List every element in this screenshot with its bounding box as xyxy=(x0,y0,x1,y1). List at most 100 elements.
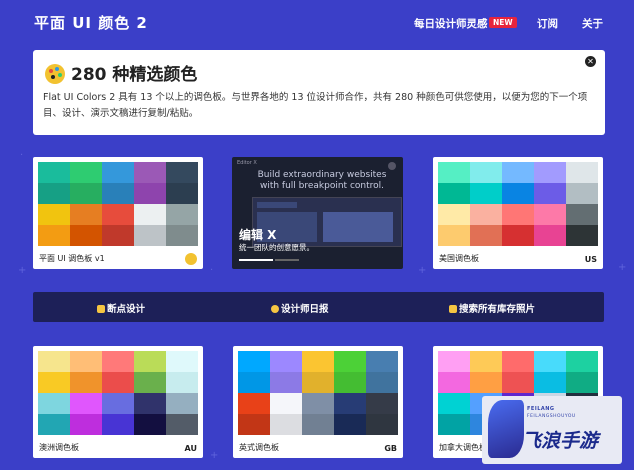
color-swatch[interactable] xyxy=(166,204,198,225)
color-swatch[interactable] xyxy=(102,225,134,246)
palette-card-us[interactable]: 美国调色板 US xyxy=(433,157,603,269)
color-swatch[interactable] xyxy=(134,372,166,393)
color-swatch[interactable] xyxy=(366,351,398,372)
color-swatch[interactable] xyxy=(366,393,398,414)
color-swatch[interactable] xyxy=(470,162,502,183)
color-swatch[interactable] xyxy=(134,183,166,204)
color-swatch[interactable] xyxy=(566,183,598,204)
color-swatch[interactable] xyxy=(502,183,534,204)
color-swatch[interactable] xyxy=(302,372,334,393)
color-swatch[interactable] xyxy=(534,183,566,204)
color-swatch[interactable] xyxy=(502,372,534,393)
color-swatch[interactable] xyxy=(134,351,166,372)
color-swatch[interactable] xyxy=(166,414,198,435)
nav-designer-inspiration[interactable]: 每日设计师灵感 xyxy=(414,16,488,31)
color-swatch[interactable] xyxy=(438,372,470,393)
color-swatch[interactable] xyxy=(134,414,166,435)
color-swatch[interactable] xyxy=(438,393,470,414)
color-swatch[interactable] xyxy=(270,351,302,372)
color-swatch[interactable] xyxy=(238,393,270,414)
palette-card-au[interactable]: 澳洲调色板 AU xyxy=(33,346,203,458)
color-swatch[interactable] xyxy=(270,393,302,414)
color-swatch[interactable] xyxy=(566,162,598,183)
color-swatch[interactable] xyxy=(566,351,598,372)
color-swatch[interactable] xyxy=(534,225,566,246)
close-icon[interactable]: ✕ xyxy=(585,56,596,67)
color-swatch[interactable] xyxy=(70,351,102,372)
color-swatch[interactable] xyxy=(438,183,470,204)
color-swatch[interactable] xyxy=(302,414,334,435)
color-swatch[interactable] xyxy=(70,225,102,246)
palette-card-flatui-v1[interactable]: 平面 UI 调色板 v1 xyxy=(33,157,203,269)
color-swatch[interactable] xyxy=(102,351,134,372)
link-designer-daily[interactable]: 设计师日报 xyxy=(271,301,329,315)
color-swatch[interactable] xyxy=(334,414,366,435)
color-swatch[interactable] xyxy=(38,204,70,225)
color-swatch[interactable] xyxy=(70,162,102,183)
color-swatch[interactable] xyxy=(334,372,366,393)
color-swatch[interactable] xyxy=(566,204,598,225)
color-swatch[interactable] xyxy=(134,204,166,225)
color-swatch[interactable] xyxy=(502,204,534,225)
color-swatch[interactable] xyxy=(366,414,398,435)
color-swatch[interactable] xyxy=(102,393,134,414)
color-swatch[interactable] xyxy=(534,351,566,372)
color-swatch[interactable] xyxy=(38,414,70,435)
color-swatch[interactable] xyxy=(334,393,366,414)
color-swatch[interactable] xyxy=(566,225,598,246)
color-swatch[interactable] xyxy=(438,225,470,246)
color-swatch[interactable] xyxy=(470,351,502,372)
color-swatch[interactable] xyxy=(70,183,102,204)
color-swatch[interactable] xyxy=(270,372,302,393)
color-swatch[interactable] xyxy=(438,351,470,372)
nav-subscribe[interactable]: 订阅 xyxy=(537,16,558,31)
color-swatch[interactable] xyxy=(70,414,102,435)
color-swatch[interactable] xyxy=(470,372,502,393)
color-swatch[interactable] xyxy=(102,162,134,183)
color-swatch[interactable] xyxy=(134,162,166,183)
nav-about[interactable]: 关于 xyxy=(582,16,603,31)
color-swatch[interactable] xyxy=(102,204,134,225)
color-swatch[interactable] xyxy=(534,372,566,393)
color-swatch[interactable] xyxy=(102,372,134,393)
color-swatch[interactable] xyxy=(502,162,534,183)
color-swatch[interactable] xyxy=(102,183,134,204)
link-search-stock-photos[interactable]: 搜索所有库存照片 xyxy=(449,301,535,315)
color-swatch[interactable] xyxy=(238,414,270,435)
color-swatch[interactable] xyxy=(166,183,198,204)
color-swatch[interactable] xyxy=(38,372,70,393)
link-breakpoint-design[interactable]: 断点设计 xyxy=(97,301,145,315)
color-swatch[interactable] xyxy=(470,183,502,204)
color-swatch[interactable] xyxy=(438,162,470,183)
color-swatch[interactable] xyxy=(438,204,470,225)
color-swatch[interactable] xyxy=(102,414,134,435)
color-swatch[interactable] xyxy=(134,393,166,414)
color-swatch[interactable] xyxy=(238,351,270,372)
color-swatch[interactable] xyxy=(566,372,598,393)
color-swatch[interactable] xyxy=(166,372,198,393)
color-swatch[interactable] xyxy=(134,225,166,246)
color-swatch[interactable] xyxy=(38,351,70,372)
color-swatch[interactable] xyxy=(438,414,470,435)
color-swatch[interactable] xyxy=(470,204,502,225)
color-swatch[interactable] xyxy=(38,225,70,246)
color-swatch[interactable] xyxy=(166,225,198,246)
color-swatch[interactable] xyxy=(502,351,534,372)
color-swatch[interactable] xyxy=(502,225,534,246)
brand-logo[interactable]: 平面 UI 颜色 2 xyxy=(34,12,148,33)
color-swatch[interactable] xyxy=(334,351,366,372)
color-swatch[interactable] xyxy=(70,372,102,393)
color-swatch[interactable] xyxy=(166,351,198,372)
color-swatch[interactable] xyxy=(534,204,566,225)
color-swatch[interactable] xyxy=(166,162,198,183)
color-swatch[interactable] xyxy=(470,225,502,246)
color-swatch[interactable] xyxy=(238,372,270,393)
color-swatch[interactable] xyxy=(70,393,102,414)
color-swatch[interactable] xyxy=(302,393,334,414)
color-swatch[interactable] xyxy=(38,183,70,204)
color-swatch[interactable] xyxy=(302,351,334,372)
color-swatch[interactable] xyxy=(166,393,198,414)
color-swatch[interactable] xyxy=(270,414,302,435)
color-swatch[interactable] xyxy=(534,162,566,183)
editor-x-ad[interactable]: Editor X Build extraordinary websites wi… xyxy=(232,157,403,269)
